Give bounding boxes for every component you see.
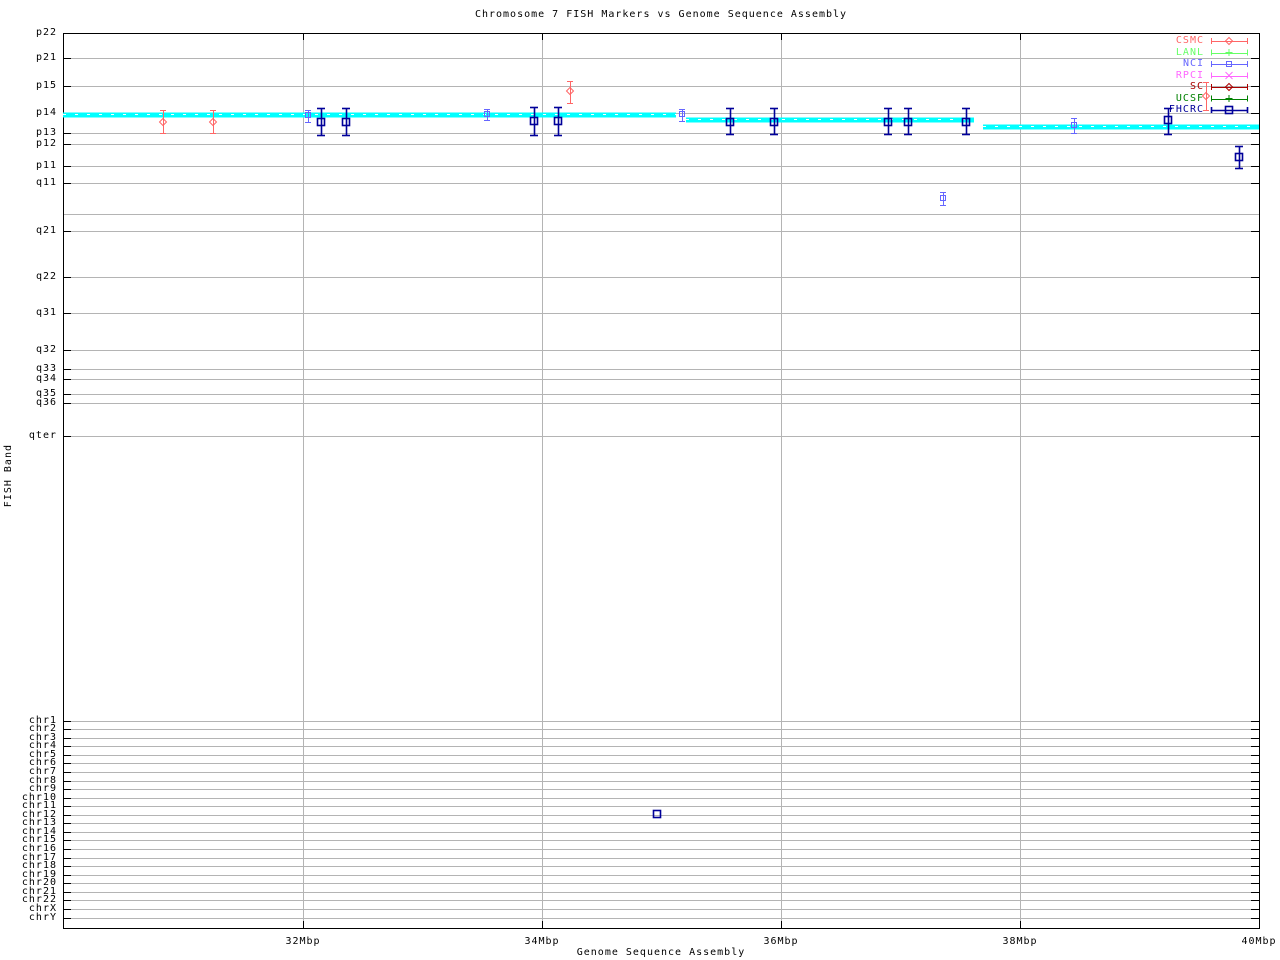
assembly-band-segment	[983, 124, 1259, 130]
x-tick-label: 32Mbp	[285, 936, 321, 947]
y-tick-label: p15	[35, 80, 57, 91]
y-tick-label: p21	[35, 52, 57, 63]
legend-label-nci: NCI	[1182, 58, 1204, 69]
x-tick-label: 34Mbp	[524, 936, 560, 947]
y-tick-label: qter	[28, 430, 57, 441]
plot-svg	[63, 33, 1260, 929]
y-tick-label: q21	[35, 225, 57, 236]
x-tick-label: 40Mbp	[1241, 936, 1277, 947]
legend-label-sc: SC	[1189, 81, 1204, 92]
y-axis-title: FISH Band	[3, 444, 14, 508]
y-tick-label: p11	[35, 160, 57, 171]
x-axis-title: Genome Sequence Assembly	[576, 947, 746, 958]
y-tick-label: q22	[35, 271, 57, 282]
y-tick-label: p22	[35, 27, 57, 38]
x-tick-label: 38Mbp	[1002, 936, 1038, 947]
y-tick-label: chrY	[28, 911, 57, 923]
y-tick-label: q34	[35, 373, 57, 384]
square-marker	[652, 809, 662, 819]
legend-label-rpci: RPCI	[1175, 69, 1204, 81]
y-tick-label: q31	[35, 307, 57, 318]
y-tick-label: q32	[35, 344, 57, 355]
legend-label-fhcrc: FHCRC	[1168, 104, 1204, 115]
legend-label-lanl: LANL	[1175, 46, 1204, 58]
legend-label-ucsf: UCSF	[1175, 92, 1204, 104]
x-tick-label: 36Mbp	[763, 936, 799, 947]
y-tick-label: q36	[35, 397, 57, 408]
plot-border	[63, 33, 1260, 929]
assembly-band-segment	[63, 112, 676, 118]
y-tick-label: p14	[35, 107, 57, 118]
y-tick-label: q11	[35, 177, 57, 188]
legend-label-csmc: CSMC	[1175, 35, 1204, 46]
y-tick-label: p13	[35, 127, 57, 138]
y-tick-label: p12	[35, 138, 57, 149]
fish-marker-chart: Chromosome 7 FISH Markers vs Genome Sequ…	[0, 0, 1280, 960]
